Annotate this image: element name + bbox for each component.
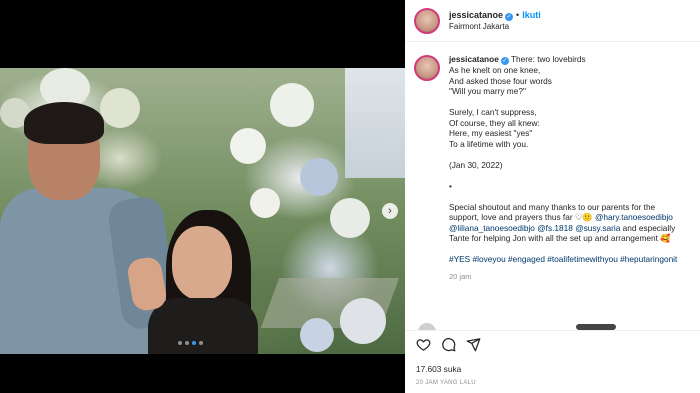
background-sky — [345, 68, 405, 178]
flower-decoration — [100, 88, 140, 128]
mention-link[interactable]: @fs.1818 — [537, 223, 573, 233]
caption-line: Surely, I can't suppress, — [449, 107, 537, 117]
carousel-indicator — [178, 341, 203, 345]
post-header: jessicatanoe ✓ • Ikuti Fairmont Jakarta — [405, 0, 700, 42]
caption-bullet: • — [449, 180, 452, 191]
caption-avatar[interactable] — [414, 55, 440, 81]
caption-text: support, love and prayers thus far ♡🙂 — [449, 212, 595, 222]
heart-icon[interactable] — [416, 337, 431, 352]
caption-text: and especially — [620, 222, 676, 233]
carousel-dot — [178, 341, 182, 345]
caption-line: Special shoutout and many thanks to our … — [449, 201, 656, 212]
flower-decoration — [230, 128, 266, 164]
likes-count[interactable]: 17.603 suka — [416, 364, 461, 374]
chevron-right-icon[interactable]: › — [382, 203, 398, 219]
flower-decoration — [270, 83, 314, 127]
flower-decoration — [340, 298, 386, 344]
post-caption: jessicatanoe ✓ There: two lovebirds As he… — [414, 54, 700, 282]
man-hair — [24, 102, 104, 144]
caption-username-link[interactable]: jessicatanoe — [449, 54, 499, 64]
caption-line: Tante for helping Jon with all the set u… — [449, 233, 671, 243]
flower-decoration — [330, 198, 370, 238]
woman-dress — [148, 298, 258, 354]
post-timestamp: 20 JAM YANG LALU — [416, 380, 476, 386]
caption-line: "Will you marry me?" — [449, 86, 526, 96]
follow-button[interactable]: Ikuti — [522, 10, 541, 20]
caption-first-line: There: two lovebirds — [510, 54, 586, 64]
verified-badge-icon: ✓ — [500, 57, 509, 65]
flower-decoration — [250, 188, 280, 218]
post-media: › — [0, 0, 405, 393]
caption-line: Here, my easiest "yes" — [449, 128, 533, 138]
verified-badge-icon: ✓ — [505, 13, 514, 21]
caption-line: As he knelt on one knee, — [449, 65, 541, 75]
mention-link[interactable]: @hary.tanoesoedibjo — [595, 212, 673, 222]
mention-link[interactable]: @liliana_tanoesoedibjo — [449, 223, 535, 233]
mention-link[interactable]: @susy.saria — [575, 223, 620, 233]
carousel-dot — [199, 341, 203, 345]
caption-body: jessicatanoe ✓ There: two lovebirds As he… — [449, 54, 700, 282]
caption-date-line: (Jan 30, 2022) — [449, 159, 503, 170]
carousel-dot-active — [192, 341, 196, 345]
profile-avatar[interactable] — [414, 7, 440, 34]
flower-decoration — [300, 158, 338, 196]
share-icon[interactable] — [466, 337, 481, 352]
separator: • — [516, 10, 520, 20]
username-link[interactable]: jessicatanoe — [449, 10, 503, 20]
caption-line: And asked those four words — [449, 75, 552, 86]
post-photo[interactable] — [0, 68, 405, 354]
comment-icon[interactable] — [441, 337, 456, 352]
flower-decoration — [300, 318, 334, 352]
post-side-panel: jessicatanoe ✓ • Ikuti Fairmont Jakarta jes… — [405, 0, 700, 393]
caption-time: 20 jam — [449, 271, 472, 281]
caption-line: Of course, they all knew: — [449, 117, 540, 128]
header-text: jessicatanoe ✓ • Ikuti Fairmont Jakarta — [449, 8, 541, 33]
location-link[interactable]: Fairmont Jakarta — [449, 21, 541, 33]
action-icons — [416, 337, 481, 352]
woman-face — [172, 226, 232, 300]
caption-line: To a lifetime with you. — [449, 138, 529, 149]
hashtag-links[interactable]: #YES #loveyou #engaged #toalifetimewithy… — [449, 254, 700, 265]
carousel-dot — [185, 341, 189, 345]
post-actions: 17.603 suka 20 JAM YANG LALU — [405, 330, 700, 393]
